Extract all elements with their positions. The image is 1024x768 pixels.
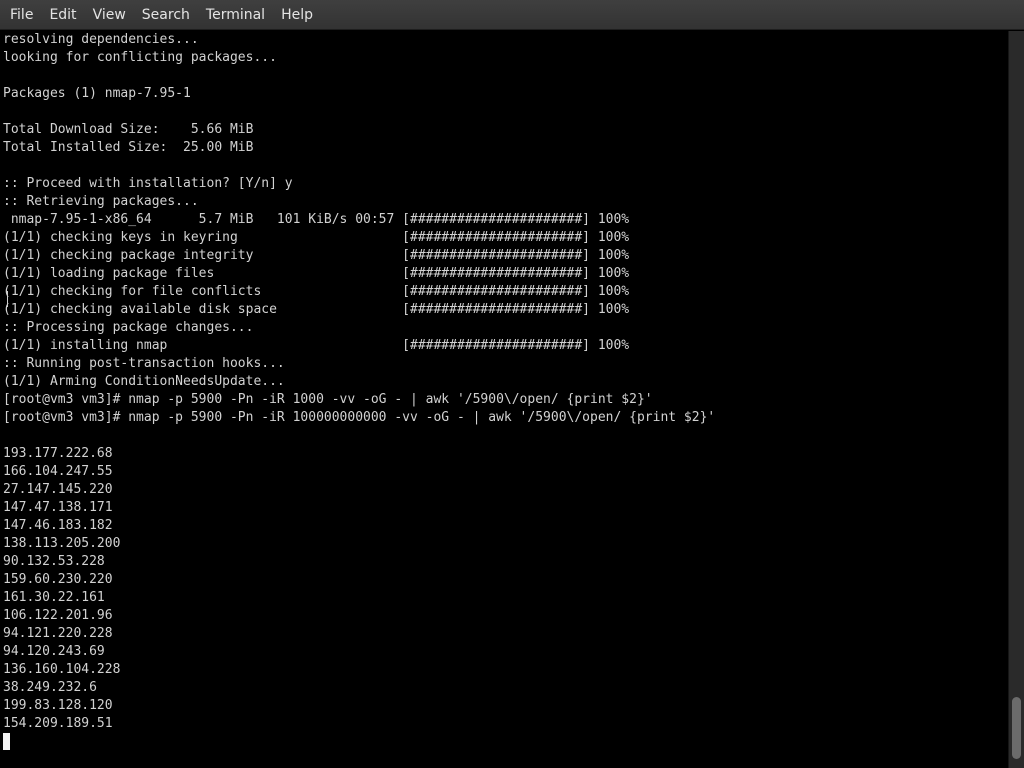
terminal-line: :: Running post-transaction hooks... xyxy=(3,356,285,371)
menu-file[interactable]: File xyxy=(2,0,41,30)
terminal-line: :: Retrieving packages... xyxy=(3,194,199,209)
terminal-line: 90.132.53.228 xyxy=(3,554,105,569)
menu-search[interactable]: Search xyxy=(134,0,198,30)
terminal-line: [root@vm3 vm3]# nmap -p 5900 -Pn -iR 100… xyxy=(3,392,653,407)
vertical-scrollbar[interactable] xyxy=(1008,31,1024,768)
terminal-line: Total Installed Size: 25.00 MiB xyxy=(3,140,254,155)
menu-terminal[interactable]: Terminal xyxy=(198,0,273,30)
terminal-output-area[interactable]: resolving dependencies... looking for con… xyxy=(0,31,1008,768)
terminal-line: 94.121.220.228 xyxy=(3,626,113,641)
terminal-output: resolving dependencies... looking for con… xyxy=(0,31,1008,751)
terminal-line: (1/1) loading package files [###########… xyxy=(3,266,630,281)
terminal-line: :: Proceed with installation? [Y/n] y xyxy=(3,176,293,191)
terminal-line: resolving dependencies... xyxy=(3,32,199,47)
menu-bar: File Edit View Search Terminal Help xyxy=(0,0,1024,30)
terminal-line: (1/1) checking keys in keyring [########… xyxy=(3,230,630,245)
terminal-line: nmap-7.95-1-x86_64 5.7 MiB 101 KiB/s 00:… xyxy=(3,212,630,227)
terminal-line: (1/1) Arming ConditionNeedsUpdate... xyxy=(3,374,285,389)
menu-view[interactable]: View xyxy=(85,0,134,30)
terminal-line: 94.120.243.69 xyxy=(3,644,105,659)
terminal-line: 106.122.201.96 xyxy=(3,608,113,623)
terminal-line: 147.46.183.182 xyxy=(3,518,113,533)
terminal-line: (1/1) installing nmap [#################… xyxy=(3,338,630,353)
text-cursor-icon xyxy=(7,291,8,307)
terminal-line: (1/1) checking available disk space [###… xyxy=(3,302,630,317)
terminal-line: 38.249.232.6 xyxy=(3,680,97,695)
terminal-line: Packages (1) nmap-7.95-1 xyxy=(3,86,191,101)
terminal-line: 147.47.138.171 xyxy=(3,500,113,515)
terminal-line: [root@vm3 vm3]# nmap -p 5900 -Pn -iR 100… xyxy=(3,410,716,425)
terminal-prompt-line xyxy=(3,733,1008,751)
terminal-line: Total Download Size: 5.66 MiB xyxy=(3,122,254,137)
terminal-line: 161.30.22.161 xyxy=(3,590,105,605)
terminal-line: 27.147.145.220 xyxy=(3,482,113,497)
terminal-line: 193.177.222.68 xyxy=(3,446,113,461)
scrollbar-thumb[interactable] xyxy=(1012,697,1021,759)
terminal-line: 154.209.189.51 xyxy=(3,716,113,731)
terminal-line: 166.104.247.55 xyxy=(3,464,113,479)
terminal-window: File Edit View Search Terminal Help reso… xyxy=(0,0,1024,768)
terminal-block-cursor xyxy=(3,733,10,750)
terminal-line: 138.113.205.200 xyxy=(3,536,121,551)
terminal-line: (1/1) checking package integrity [######… xyxy=(3,248,630,263)
terminal-line: looking for conflicting packages... xyxy=(3,50,277,65)
terminal-line: :: Processing package changes... xyxy=(3,320,254,335)
terminal-line: 136.160.104.228 xyxy=(3,662,121,677)
menu-help[interactable]: Help xyxy=(273,0,321,30)
menu-edit[interactable]: Edit xyxy=(41,0,84,30)
terminal-line: 159.60.230.220 xyxy=(3,572,113,587)
terminal-line: 199.83.128.120 xyxy=(3,698,113,713)
terminal-line: (1/1) checking for file conflicts [#####… xyxy=(3,284,630,299)
